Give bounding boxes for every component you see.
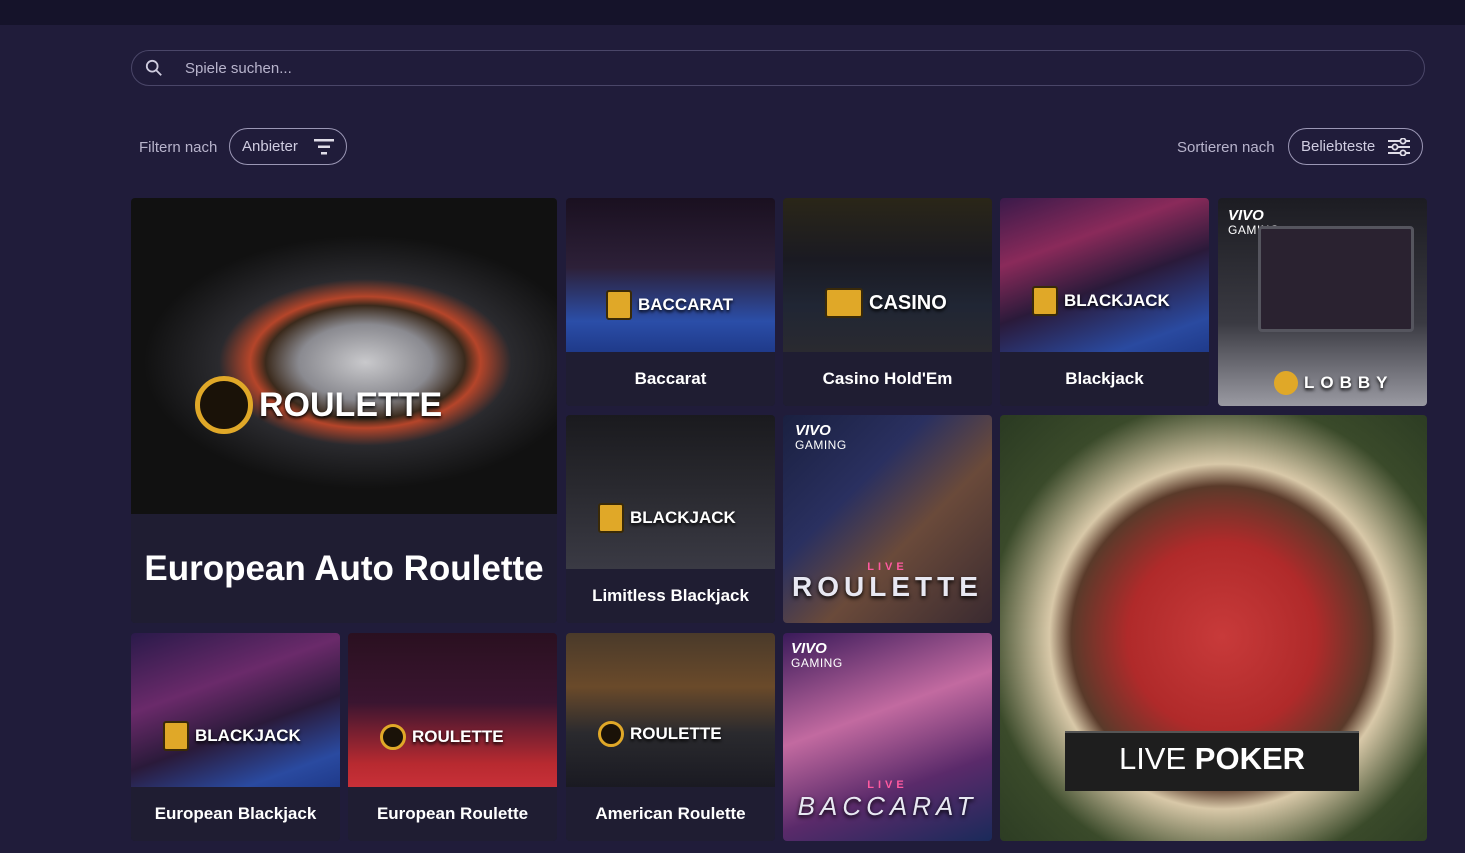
vivo-gaming-logo: VIVO GAMING [791, 640, 843, 670]
badge-text: ROULETTE [259, 385, 443, 424]
baccarat-badge: BACCARAT [606, 290, 733, 320]
laptop-image [1258, 226, 1414, 332]
game-tile-live-roulette[interactable]: VIVO GAMING LIVE ROULETTE [783, 415, 992, 623]
game-title: Casino Hold'Em [783, 352, 992, 406]
live-poker-title: LIVE POKER [1118, 741, 1306, 776]
baccarat-title: BACCARAT [797, 791, 978, 821]
game-title: European Blackjack [131, 787, 340, 841]
game-title: Limitless Blackjack [566, 569, 775, 623]
cards-icon [606, 290, 632, 320]
badge-text: ROULETTE [412, 727, 504, 746]
cards-icon [163, 721, 189, 751]
blackjack-badge: BLACKJACK [598, 503, 736, 533]
dealer-image [1000, 198, 1209, 352]
badge-text: ROULETTE [630, 724, 722, 743]
dealer-image [783, 198, 992, 352]
game-tile-live-baccarat[interactable]: VIVO GAMING LIVE BACCARAT [783, 633, 992, 841]
blackjack-badge: BLACKJACK [1032, 286, 1170, 316]
roulette-chip-icon [380, 724, 406, 750]
badge-text: CASINO [869, 291, 947, 314]
cards-icon [1032, 286, 1058, 316]
game-tile-vivo-lobby[interactable]: VIVO GAMING LOBBY [1218, 198, 1427, 406]
top-bar [0, 0, 1465, 25]
game-tile-european-blackjack[interactable]: BLACKJACK European Blackjack [131, 633, 340, 841]
search-icon [145, 59, 162, 76]
game-title: Baccarat [566, 352, 775, 406]
roulette-chip-icon [598, 721, 624, 747]
dealer-image [566, 198, 775, 352]
game-title: American Roulette [566, 787, 775, 841]
lobby-icon [1274, 371, 1298, 395]
roulette-chip-icon [195, 376, 253, 434]
filter-label: Filtern nach [139, 139, 218, 156]
roulette-title: ROULETTE [792, 571, 983, 602]
dealer-image [131, 633, 340, 787]
dealer-image [566, 415, 775, 569]
sliders-icon [1388, 137, 1410, 156]
vivo-gaming-logo: VIVO GAMING [795, 422, 847, 452]
sort-button[interactable]: Beliebteste [1288, 128, 1423, 165]
sort-button-label: Beliebteste [1301, 138, 1376, 155]
badge-text: BLACKJACK [630, 508, 736, 527]
search-input[interactable] [183, 58, 1424, 78]
roulette-badge: ROULETTE [380, 724, 504, 750]
filter-icon [314, 138, 334, 154]
badge-text: BLACKJACK [195, 726, 301, 745]
game-title: European Roulette [348, 787, 557, 841]
search-bar[interactable] [131, 50, 1425, 86]
badge-text: BLACKJACK [1064, 291, 1170, 310]
badge-text: LOBBY [1304, 373, 1394, 392]
lobby-badge: LOBBY [1274, 371, 1394, 395]
dealer-image [348, 633, 557, 787]
provider-filter-button[interactable]: Anbieter [229, 128, 347, 165]
game-tile-live-poker[interactable]: LIVE POKER [1000, 415, 1427, 841]
roulette-badge: ROULETTE [195, 376, 442, 434]
sort-label: Sortieren nach [1177, 139, 1275, 156]
blackjack-badge: BLACKJACK [163, 721, 301, 751]
game-title: European Auto Roulette [131, 514, 557, 623]
slot-777-icon [825, 288, 863, 318]
dealer-image [566, 633, 775, 787]
roulette-badge: ROULETTE [598, 721, 722, 747]
roulette-wheel-image [131, 198, 557, 514]
game-tile-european-roulette[interactable]: ROULETTE European Roulette [348, 633, 557, 841]
live-tag: LIVE [867, 779, 908, 791]
casino-badge: CASINO [825, 288, 947, 318]
game-tile-casino-holdem[interactable]: CASINO Casino Hold'Em [783, 198, 992, 406]
provider-filter-label: Anbieter [242, 138, 298, 155]
game-tile-baccarat[interactable]: BACCARAT Baccarat [566, 198, 775, 406]
badge-text: BACCARAT [638, 295, 734, 314]
game-tile-blackjack[interactable]: BLACKJACK Blackjack [1000, 198, 1209, 406]
cards-icon [598, 503, 624, 533]
game-tile-limitless-blackjack[interactable]: BLACKJACK Limitless Blackjack [566, 415, 775, 623]
game-tile-european-auto-roulette[interactable]: ROULETTE European Auto Roulette [131, 198, 557, 623]
game-tile-american-roulette[interactable]: ROULETTE American Roulette [566, 633, 775, 841]
game-title: Blackjack [1000, 352, 1209, 406]
